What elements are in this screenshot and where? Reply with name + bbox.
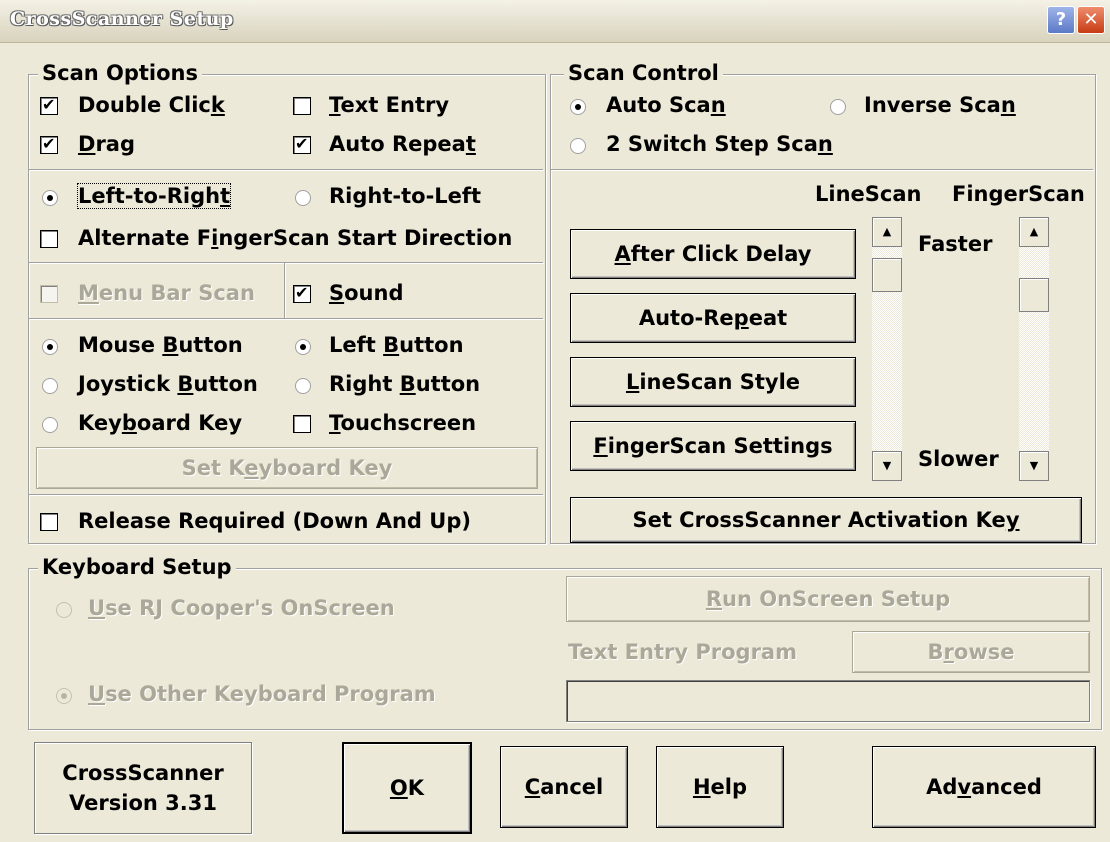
advanced-button[interactable]: Advanced: [872, 746, 1096, 828]
radio-dot: [56, 602, 72, 618]
inverse-scan-label: Inverse Scan: [864, 93, 1016, 117]
checkbox-box: [293, 415, 311, 433]
keyboard-setup-title: Keyboard Setup: [38, 556, 236, 578]
divider: [29, 318, 543, 319]
help-button[interactable]: Help: [656, 746, 784, 828]
scan-options-title: Scan Options: [38, 62, 203, 84]
sound-label: Sound: [329, 281, 404, 305]
arrow-down-icon[interactable]: ▼: [872, 451, 902, 481]
radio-dot: [56, 688, 72, 704]
help-label: Help: [692, 775, 748, 799]
radio-dot: [570, 99, 586, 115]
linescan-style-button[interactable]: LineScan Style: [570, 357, 856, 407]
set-activation-key-label: Set CrossScanner Activation Key: [632, 508, 1020, 532]
run-onscreen-setup-label: Run OnScreen Setup: [705, 587, 951, 611]
ok-label: OK: [389, 776, 425, 800]
set-activation-key-button[interactable]: Set CrossScanner Activation Key: [570, 497, 1082, 543]
release-required-label: Release Required (Down And Up): [78, 509, 471, 533]
right-button-label: Right Button: [329, 372, 481, 396]
checkbox-box: [40, 134, 58, 154]
text-entry-program-label: Text Entry Program: [568, 640, 797, 664]
ok-button[interactable]: OK: [342, 742, 472, 834]
use-other-keyboard-label: Use Other Keyboard Program: [88, 682, 436, 706]
after-click-delay-button[interactable]: After Click Delay: [570, 229, 856, 279]
checkbox-box: [293, 97, 311, 115]
faster-label: Faster: [918, 232, 993, 256]
auto-repeat-label: Auto Repeat: [329, 132, 476, 156]
radio-dot: [42, 339, 58, 355]
scan-control-title: Scan Control: [564, 62, 723, 84]
keyboard-key-label: Keyboard Key: [78, 411, 243, 435]
touchscreen-label: Touchscreen: [329, 411, 477, 435]
left-button-label: Left Button: [329, 333, 464, 357]
radio-dot: [295, 339, 311, 355]
cancel-label: Cancel: [524, 775, 604, 799]
browse-label: Browse: [927, 640, 1015, 664]
divider: [29, 262, 543, 263]
auto-repeat-button-label: Auto-Repeat: [638, 306, 788, 330]
arrow-up-icon[interactable]: ▲: [1019, 217, 1049, 247]
auto-repeat-button[interactable]: Auto-Repeat: [570, 293, 856, 343]
cancel-button[interactable]: Cancel: [500, 746, 628, 828]
drag-label: Drag: [78, 132, 135, 156]
joystick-button-label: Joystick Button: [78, 372, 258, 396]
radio-dot: [42, 378, 58, 394]
fingerscan-settings-label: FingerScan Settings: [593, 434, 833, 458]
arrow-down-icon[interactable]: ▼: [1019, 451, 1049, 481]
mouse-button-label: Mouse Button: [78, 333, 243, 357]
set-keyboard-key-label: Set Keyboard Key: [181, 456, 393, 480]
divider: [29, 494, 543, 495]
checkbox-box: [40, 230, 58, 248]
text-entry-program-field[interactable]: [566, 680, 1090, 722]
radio-dot: [295, 190, 311, 206]
linescan-speed-thumb[interactable]: [872, 258, 902, 292]
version-number: Version 3.31: [69, 791, 217, 815]
run-onscreen-setup-button[interactable]: Run OnScreen Setup: [566, 576, 1090, 622]
left-to-right-label: Left-to-Right: [76, 183, 232, 209]
checkbox-box: [293, 283, 311, 303]
set-keyboard-key-button[interactable]: Set Keyboard Key: [36, 447, 538, 489]
radio-dot: [42, 417, 58, 433]
after-click-delay-label: After Click Delay: [614, 242, 812, 266]
divider: [29, 169, 543, 170]
slower-label: Slower: [918, 447, 999, 471]
linescan-speed-scrollbar[interactable]: [872, 217, 902, 481]
linescan-style-label: LineScan Style: [625, 370, 801, 394]
divider: [551, 169, 1093, 170]
divider: [284, 263, 285, 318]
arrow-up-icon[interactable]: ▲: [872, 217, 902, 247]
alternate-direction-label: Alternate FingerScan Start Direction: [78, 226, 513, 250]
checkbox-box: [293, 134, 311, 154]
auto-scan-label: Auto Scan: [606, 93, 726, 117]
checkbox-box: [40, 95, 58, 115]
switch-step-scan-label: 2 Switch Step Scan: [606, 132, 833, 156]
radio-dot: [830, 99, 846, 115]
version-box: CrossScanner Version 3.31: [34, 742, 252, 834]
fingerscan-settings-button[interactable]: FingerScan Settings: [570, 421, 856, 471]
double-click-label: Double Click: [78, 93, 225, 117]
checkbox-box: [40, 513, 58, 531]
advanced-label: Advanced: [926, 775, 1042, 799]
menu-bar-scan-label: Menu Bar Scan: [78, 281, 255, 305]
help-icon[interactable]: ?: [1047, 6, 1075, 34]
product-name: CrossScanner: [62, 761, 224, 785]
checkbox-box: [40, 285, 58, 303]
use-rj-onscreen-label: Use RJ Cooper's OnScreen: [88, 596, 395, 620]
text-entry-label: Text Entry: [329, 93, 450, 117]
linescan-header: LineScan: [815, 182, 922, 206]
right-to-left-label: Right-to-Left: [329, 184, 482, 208]
fingerscan-speed-thumb[interactable]: [1019, 278, 1049, 312]
fingerscan-speed-scrollbar[interactable]: [1019, 217, 1049, 481]
radio-dot: [295, 378, 311, 394]
radio-dot: [570, 138, 586, 154]
fingerscan-header: FingerScan: [952, 182, 1085, 206]
browse-button[interactable]: Browse: [852, 631, 1090, 673]
radio-dot: [42, 190, 58, 206]
close-icon[interactable]: ✕: [1077, 6, 1105, 34]
window-title: CrossScanner Setup: [10, 8, 234, 30]
